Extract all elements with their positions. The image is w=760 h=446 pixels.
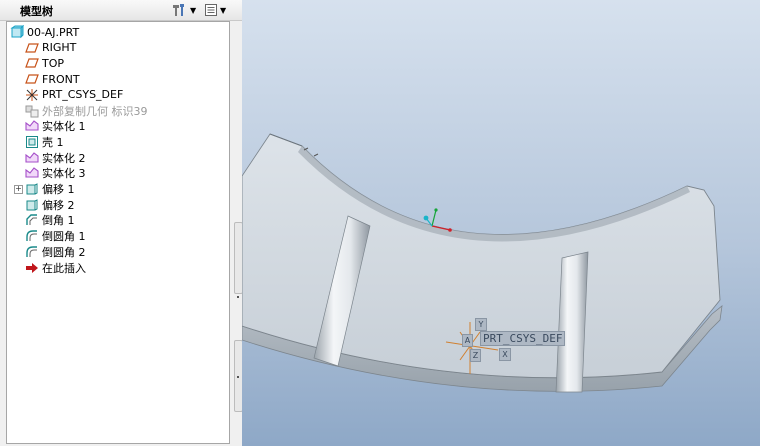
datum-plane-icon: [25, 43, 39, 53]
tree-item-label: 壳 1: [42, 135, 64, 149]
tree-item[interactable]: 倒角 1: [25, 212, 75, 228]
tree-item-label: RIGHT: [42, 41, 77, 55]
show-menu-button[interactable]: ▼: [204, 2, 226, 18]
chevron-down-icon: ▼: [220, 5, 227, 15]
solidify-icon: [25, 167, 39, 178]
tree-item-label: PRT_CSYS_DEF: [42, 88, 124, 102]
datum-plane-icon: [25, 74, 39, 84]
tree-item[interactable]: 壳 1: [25, 134, 64, 150]
external-copy-geometry-icon: [25, 105, 39, 117]
round-icon: [26, 246, 37, 257]
show-menu-icon: [205, 4, 217, 16]
solidify-icon: [25, 151, 39, 163]
tree-item-label: 倒圆角 2: [42, 245, 86, 259]
tree-item[interactable]: RIGHT: [25, 40, 76, 56]
insert-here-arrow-icon: [26, 262, 38, 273]
tree-item-label: 实体化 3: [42, 167, 86, 181]
tree-item-label: 偏移 2: [42, 198, 75, 212]
tree-item[interactable]: 倒圆角 1: [25, 228, 86, 244]
tree-item[interactable]: 偏移 2: [25, 197, 75, 213]
tree-item-label: 倒角 1: [42, 214, 75, 228]
graphics-viewport[interactable]: PRT_CSYS_DEF Y X Z A: [242, 0, 760, 446]
splitter-dot: [237, 376, 239, 378]
offset-icon: [26, 198, 38, 211]
tree-item[interactable]: 实体化 1: [25, 118, 86, 134]
tree-item-label: 实体化 2: [42, 151, 86, 165]
round-icon: [26, 230, 37, 242]
axis-label-a: A: [462, 334, 473, 347]
solidify-icon: [25, 120, 39, 131]
settings-tools-icon: [173, 4, 184, 16]
tree-item-label: TOP: [42, 56, 65, 70]
settings-tools-button[interactable]: ▼: [172, 2, 196, 18]
tree-item-label: FRONT: [42, 72, 80, 86]
offset-icon: [26, 183, 38, 195]
coordinate-system-icon: [26, 88, 38, 101]
expand-plus-icon[interactable]: +: [14, 185, 23, 194]
tree-item-label: 偏移 1: [42, 183, 75, 196]
tree-item-label: 00-AJ.PRT: [27, 25, 80, 39]
tree-item[interactable]: 实体化 3: [25, 165, 86, 181]
model-tree-title: 模型树: [20, 5, 53, 18]
tree-item[interactable]: FRONT: [25, 71, 80, 87]
axis-label-x: X: [499, 348, 511, 361]
csys-label-box: PRT_CSYS_DEF: [480, 331, 566, 346]
tree-item[interactable]: 00-AJ.PRT: [10, 24, 79, 40]
chamfer-icon: [26, 214, 37, 226]
tree-item[interactable]: 外部复制几何 标识39: [25, 103, 148, 119]
tree-item[interactable]: 倒圆角 2: [25, 244, 86, 260]
tree-item[interactable]: 在此插入: [25, 260, 86, 276]
tree-item-label: 倒圆角 1: [42, 230, 86, 244]
csys-label: PRT_CSYS_DEF: [483, 332, 563, 345]
axis-label-z: Z: [470, 349, 481, 362]
tree-item-label: 外部复制几何 标识39: [42, 104, 148, 118]
model-tree[interactable]: 00-AJ.PRT RIGHT TOP FRONT PRT_CSYS_DEF 外部复制几何…: [6, 21, 230, 444]
tree-item[interactable]: PRT_CSYS_DEF: [25, 87, 123, 103]
datum-plane-icon: [25, 58, 39, 68]
tree-item-label: 实体化 1: [42, 120, 86, 134]
axis-label-y: Y: [475, 318, 487, 331]
part-view: [242, 133, 723, 393]
shell-icon: [26, 135, 38, 148]
model-tree-panel: 模型树 ▼ ▼ 00-AJ.PRT RIGHT TOP FRONT PRT_CSYS_D…: [0, 0, 243, 446]
tree-item[interactable]: 偏移 1: [25, 181, 75, 197]
tree-item-label: 在此插入: [42, 261, 86, 275]
tree-item[interactable]: 实体化 2: [25, 150, 86, 166]
tree-item[interactable]: TOP: [25, 55, 64, 71]
model-tree-header: 模型树 ▼ ▼: [0, 0, 242, 21]
chevron-down-icon: ▼: [190, 5, 197, 15]
part-icon: [10, 25, 24, 39]
splitter-dot: [237, 296, 239, 298]
